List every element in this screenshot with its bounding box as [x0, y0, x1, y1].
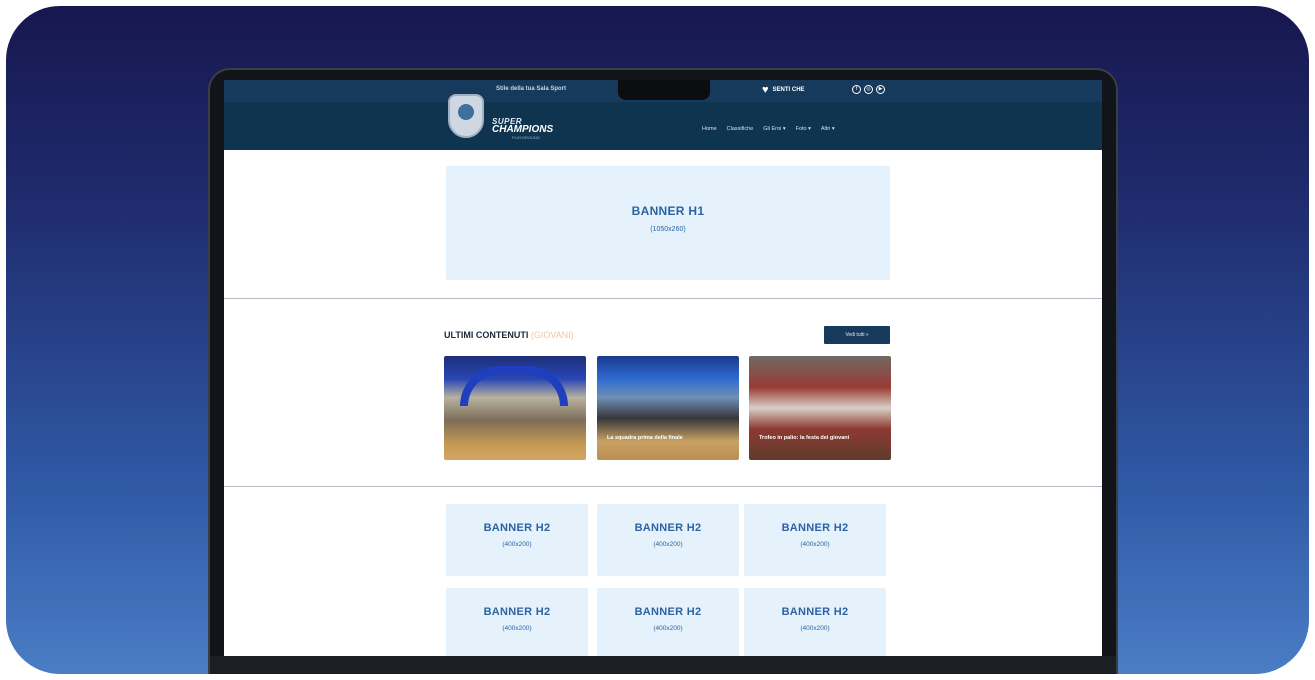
laptop-screen: Stile della tua Sala Sport ♥ SENTI CHE f… [224, 80, 1102, 656]
banner-h2-size: (400x200) [502, 541, 532, 548]
banner-h2[interactable]: BANNER H2 (400x200) [446, 588, 588, 656]
banner-h2[interactable]: BANNER H2 (400x200) [446, 504, 588, 576]
banner-h2-title: BANNER H2 [634, 606, 702, 618]
banner-h2-title: BANNER H2 [634, 522, 702, 534]
hearts-label: SENTI CHE [772, 87, 805, 93]
nav-foto[interactable]: Foto ▾ [796, 126, 811, 132]
latest-subtitle: (GIOVANI) [530, 330, 574, 340]
banner-h2-size: (400x200) [502, 625, 532, 632]
banner-h2-size: (400x200) [800, 541, 830, 548]
content-caption: La squadra prima della finale [607, 435, 683, 441]
banner-h2-title: BANNER H2 [781, 606, 849, 618]
content-card[interactable]: La squadra prima della finale [597, 356, 739, 460]
banner-h2-size: (400x200) [653, 625, 683, 632]
inflatable-arch [460, 366, 568, 406]
logo-shield-icon[interactable] [448, 94, 484, 138]
banner-h2[interactable]: BANNER H2 (400x200) [744, 504, 886, 576]
banner-h2-title: BANNER H2 [483, 606, 551, 618]
content-card[interactable] [444, 356, 586, 460]
laptop-frame: Stile della tua Sala Sport ♥ SENTI CHE f… [208, 68, 1118, 674]
site-navbar: SUPER CHAMPIONS PLAYGROUND Home Classifi… [224, 94, 1102, 150]
see-all-button[interactable]: Vedi tutti » [824, 326, 890, 344]
banner-h1[interactable]: BANNER H1 (1050x260) [446, 166, 890, 280]
banner-h2-title: BANNER H2 [483, 522, 551, 534]
instagram-icon[interactable]: ◎ [864, 85, 873, 94]
banner-h2-size: (400x200) [653, 541, 683, 548]
hearts-link[interactable]: ♥ SENTI CHE [762, 83, 805, 97]
banner-h2-size: (400x200) [800, 625, 830, 632]
latest-heading: ULTIMI CONTENUTI (GIOVANI) [444, 330, 574, 340]
social-links: f ◎ ▶ [852, 85, 885, 94]
banner-h2-title: BANNER H2 [781, 522, 849, 534]
latest-title: ULTIMI CONTENUTI [444, 330, 529, 340]
section-divider [224, 486, 1102, 487]
brand-logo[interactable]: SUPER CHAMPIONS PLAYGROUND [492, 118, 553, 142]
main-nav: Home Classifiche Gli Eroi ▾ Foto ▾ Altri… [702, 126, 835, 132]
banner-h2[interactable]: BANNER H2 (400x200) [597, 588, 739, 656]
brand-line3: PLAYGROUND [512, 135, 540, 140]
banner-h1-size: (1050x260) [650, 226, 686, 233]
facebook-icon[interactable]: f [852, 85, 861, 94]
banner-h2[interactable]: BANNER H2 (400x200) [744, 588, 886, 656]
laptop-chin [210, 656, 1116, 674]
banner-h1-title: BANNER H1 [631, 204, 705, 218]
topbar-text: Stile della tua Sala Sport [496, 86, 567, 92]
section-divider [224, 298, 1102, 299]
content-card[interactable]: Trofeo in palio: la festa dei giovani [749, 356, 891, 460]
content-caption: Trofeo in palio: la festa dei giovani [759, 435, 850, 441]
youtube-icon[interactable]: ▶ [876, 85, 885, 94]
nav-classifiche[interactable]: Classifiche [727, 126, 754, 132]
banner-h2[interactable]: BANNER H2 (400x200) [597, 504, 739, 576]
nav-altri[interactable]: Altri ▾ [821, 126, 835, 132]
camera-notch [618, 80, 710, 100]
nav-eroi[interactable]: Gli Eroi ▾ [763, 126, 785, 132]
heart-icon: ♥ [762, 84, 769, 96]
brand-line2: CHAMPIONS [492, 124, 554, 135]
background-card: Stile della tua Sala Sport ♥ SENTI CHE f… [6, 6, 1309, 674]
nav-home[interactable]: Home [702, 126, 717, 132]
